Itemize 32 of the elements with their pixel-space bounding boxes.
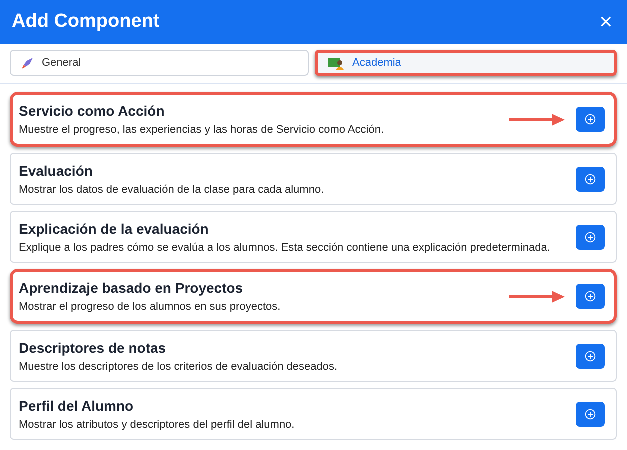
component-title: Evaluación — [19, 162, 94, 178]
annotation-arrow — [508, 112, 566, 126]
add-button[interactable] — [576, 284, 605, 309]
dialog-title: Add Component — [12, 11, 160, 33]
plus-circle-icon — [585, 114, 596, 125]
component-description: Muestre el progreso, las experiencias y las horas de Servicio como Acción. — [19, 124, 384, 136]
plus-circle-icon — [585, 408, 596, 420]
category-tab[interactable]: Academia — [314, 50, 617, 76]
annotation-arrow — [508, 290, 566, 304]
plus-circle-icon — [585, 174, 596, 184]
add-button[interactable] — [576, 402, 605, 426]
component-description: Muestre los descriptores de los criterios de evaluación deseados. — [19, 360, 338, 372]
component-description: Mostrar los datos de evaluación de la clase para cada alumno. — [19, 184, 324, 196]
add-button[interactable] — [576, 166, 605, 192]
close-button[interactable]: ✕ — [597, 12, 615, 32]
component-description: Explique a los padres cómo se evalúa a los alumnos. Esta sección contiene una explicación predeterminada. — [19, 242, 550, 254]
add-button[interactable] — [576, 224, 605, 250]
component-title: Servicio como Acción — [19, 103, 166, 119]
add-button[interactable] — [576, 344, 605, 368]
component-title: Descriptores de notas — [19, 340, 168, 356]
plus-circle-icon — [585, 291, 596, 302]
component-description: Mostrar los atributos y descriptores del perfil del alumno. — [19, 418, 295, 430]
component-title: Aprendizaje basado en Proyectos — [19, 280, 244, 296]
add-button[interactable] — [576, 107, 605, 132]
plus-circle-icon — [585, 350, 596, 362]
component-title: Perfil del Alumno — [19, 398, 135, 414]
component-description: Mostrar el progreso de los alumnos en sus proyectos. — [19, 301, 281, 313]
category-tab[interactable]: General — [10, 50, 308, 76]
component-title: Explicación de la evaluación — [19, 220, 210, 236]
plus-circle-icon — [585, 232, 596, 242]
id-card-icon — [328, 56, 344, 70]
rocket-icon — [21, 56, 34, 70]
